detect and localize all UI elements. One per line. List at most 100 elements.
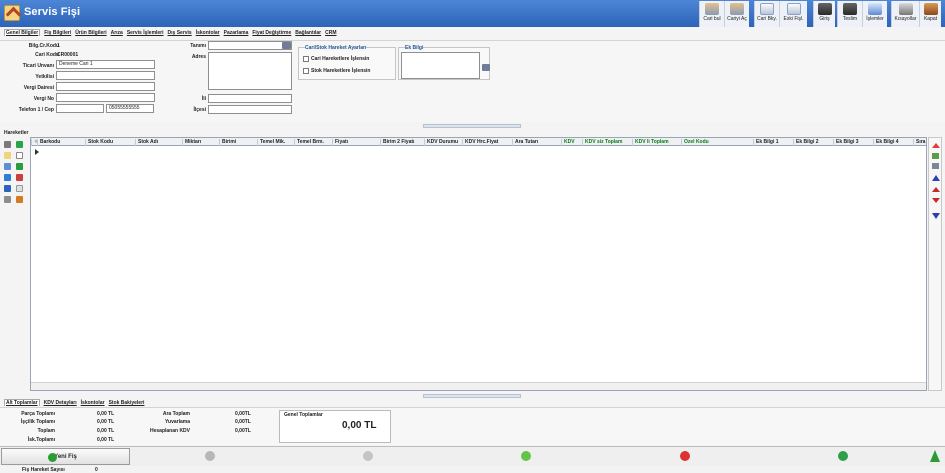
tab-slip-info[interactable]: Fiş Bilgileri bbox=[44, 30, 71, 36]
documents-icon bbox=[786, 3, 801, 15]
edit-icon[interactable] bbox=[932, 153, 939, 159]
copy-icon[interactable] bbox=[4, 163, 11, 170]
tab-bottom-discounts[interactable]: İskontolar bbox=[81, 400, 105, 406]
pause-icon[interactable] bbox=[363, 451, 373, 461]
extra-info-field[interactable] bbox=[401, 52, 480, 79]
gear-icon[interactable] bbox=[4, 196, 11, 203]
tab-external-service[interactable]: Dış Servis bbox=[168, 30, 192, 36]
close-button[interactable]: Kapat bbox=[919, 1, 941, 27]
check-icon[interactable] bbox=[521, 451, 531, 461]
find-customer-button[interactable]: Cari bul bbox=[699, 1, 724, 27]
definition-field[interactable] bbox=[208, 41, 292, 50]
province-field[interactable] bbox=[208, 94, 292, 103]
tab-discounts[interactable]: İskontolar bbox=[196, 30, 220, 36]
upload-arrow-icon[interactable] bbox=[930, 450, 940, 462]
export-icon[interactable] bbox=[16, 185, 23, 192]
old-slips-button[interactable]: Eski Fişl. bbox=[779, 1, 807, 27]
new-slip-button[interactable]: Yeni Fiş bbox=[1, 448, 130, 465]
tab-service-operations[interactable]: Servis İşlemleri bbox=[127, 30, 164, 36]
stock-movements-checkbox[interactable] bbox=[303, 68, 309, 74]
barcode-column[interactable]: Barkodu bbox=[37, 139, 87, 146]
customer-movements-label: Cari Hareketlere İşlensin bbox=[311, 56, 370, 62]
special-code-column[interactable]: Özel Kodu bbox=[681, 139, 753, 146]
mobile-field[interactable]: 05055555555 bbox=[106, 104, 154, 113]
unit-column[interactable]: Birimi bbox=[219, 139, 257, 146]
minus-icon[interactable] bbox=[205, 451, 215, 461]
entry-button[interactable]: Giriş bbox=[813, 1, 835, 27]
address-field[interactable] bbox=[208, 52, 292, 90]
vat-excluded-price-column[interactable]: KDV Hrc.Fiyat bbox=[462, 139, 512, 146]
tax-office-field[interactable] bbox=[56, 82, 155, 91]
package-icon[interactable] bbox=[16, 196, 23, 203]
phone-1-field[interactable] bbox=[56, 104, 104, 113]
tab-vat-details[interactable]: KDV Detayları bbox=[44, 400, 77, 406]
tab-price-change[interactable]: Fiyat Değiştirme bbox=[252, 30, 291, 36]
labor-total-value: 0,00 TL bbox=[97, 419, 115, 425]
district-label: İlçesi bbox=[193, 107, 206, 113]
unit-2-price-column[interactable]: Birim 2 Fiyatı bbox=[380, 139, 424, 146]
base-quantity-column[interactable]: Temel Mik. bbox=[257, 139, 294, 146]
authorized-label: Yetkilisi bbox=[35, 74, 54, 80]
vat-status-column[interactable]: KDV Durumu bbox=[424, 139, 462, 146]
tab-links[interactable]: Bağlantılar bbox=[295, 30, 321, 36]
vat-included-total-column[interactable]: KDV li Toplam bbox=[632, 139, 681, 146]
move-first-icon[interactable] bbox=[932, 143, 940, 148]
extra-info-edit-icon[interactable] bbox=[482, 64, 490, 71]
vat-free-total-column[interactable]: KDV siz Toplam bbox=[582, 139, 632, 146]
tab-marketing[interactable]: Pazarlama bbox=[224, 30, 249, 36]
base-unit-column[interactable]: Temel Brm. bbox=[294, 139, 332, 146]
movement-count-value: 0 bbox=[95, 467, 98, 473]
delete-row-icon[interactable] bbox=[16, 174, 23, 181]
customer-movements-checkbox[interactable] bbox=[303, 56, 309, 62]
tab-product-info[interactable]: Ürün Bilgileri bbox=[75, 30, 106, 36]
district-field[interactable] bbox=[208, 105, 292, 114]
tab-fault[interactable]: Arıza bbox=[111, 30, 123, 36]
panel-splitter-top[interactable] bbox=[423, 124, 521, 128]
refresh-icon[interactable] bbox=[838, 451, 848, 461]
money-icon[interactable] bbox=[16, 163, 23, 170]
tab-general-info[interactable]: Genel Bilgiler bbox=[4, 29, 41, 36]
vat-column[interactable]: KDV bbox=[561, 139, 582, 146]
cancel-icon[interactable] bbox=[680, 451, 690, 461]
tax-number-field[interactable] bbox=[56, 93, 155, 102]
operations-button[interactable]: İşlemler bbox=[862, 1, 887, 27]
extra-info-3-column[interactable]: Ek Bilgi 3 bbox=[833, 139, 873, 146]
subtotal-column[interactable]: Ara Tutarı bbox=[512, 139, 561, 146]
movements-grid[interactable]: ⁘ Barkodu Stok Kodu Stok Adı Miktarı Bir… bbox=[30, 137, 927, 391]
order-column[interactable]: Sıra bbox=[913, 139, 926, 146]
document-icon[interactable] bbox=[16, 152, 23, 159]
stock-code-column[interactable]: Stok Kodu bbox=[85, 139, 134, 146]
delivery-button[interactable]: Teslim bbox=[837, 1, 862, 27]
settings-icon[interactable] bbox=[4, 141, 11, 148]
extra-info-2-column[interactable]: Ek Bilgi 2 bbox=[793, 139, 833, 146]
stock-name-column[interactable]: Stok Adı bbox=[135, 139, 182, 146]
customer-balance-button[interactable]: Cari Bky. bbox=[754, 1, 779, 27]
bridge-icon[interactable] bbox=[4, 185, 11, 192]
price-column[interactable]: Fiyatı bbox=[332, 139, 380, 146]
panel-splitter-bottom[interactable] bbox=[423, 394, 521, 398]
quantity-column[interactable]: Miktarı bbox=[182, 139, 219, 146]
move-bottom-icon[interactable] bbox=[932, 213, 940, 219]
exit-door-icon bbox=[923, 3, 938, 15]
move-up-icon[interactable] bbox=[932, 187, 940, 192]
add-icon[interactable] bbox=[16, 141, 23, 148]
document-icon bbox=[760, 3, 774, 15]
open-customer-button[interactable]: Cariyi Aç bbox=[724, 1, 749, 27]
grand-total-value: 0,00 TL bbox=[342, 420, 377, 431]
move-down-icon[interactable] bbox=[932, 198, 940, 203]
bottom-tabs: Alt Toplamlar KDV Detayları İskontolar Stok… bbox=[0, 399, 144, 407]
tab-subtotals[interactable]: Alt Toplamlar bbox=[4, 399, 40, 406]
import-icon[interactable] bbox=[4, 174, 11, 181]
horizontal-scrollbar[interactable] bbox=[31, 382, 926, 390]
move-top-icon[interactable] bbox=[932, 175, 940, 181]
shortcuts-button[interactable]: Kısayollar bbox=[891, 1, 919, 27]
authorized-field[interactable] bbox=[56, 71, 155, 80]
sort-icon[interactable] bbox=[932, 163, 939, 169]
folder-icon[interactable] bbox=[4, 152, 11, 159]
lookup-icon[interactable] bbox=[282, 42, 291, 49]
extra-info-1-column[interactable]: Ek Bilgi 1 bbox=[753, 139, 793, 146]
extra-info-4-column[interactable]: Ek Bilgi 4 bbox=[873, 139, 913, 146]
trade-name-field[interactable]: Deneme Cari 1 bbox=[56, 60, 155, 69]
tab-stock-balances[interactable]: Stok Bakiyeleri bbox=[109, 400, 145, 406]
tab-crm[interactable]: CRM bbox=[325, 30, 336, 36]
